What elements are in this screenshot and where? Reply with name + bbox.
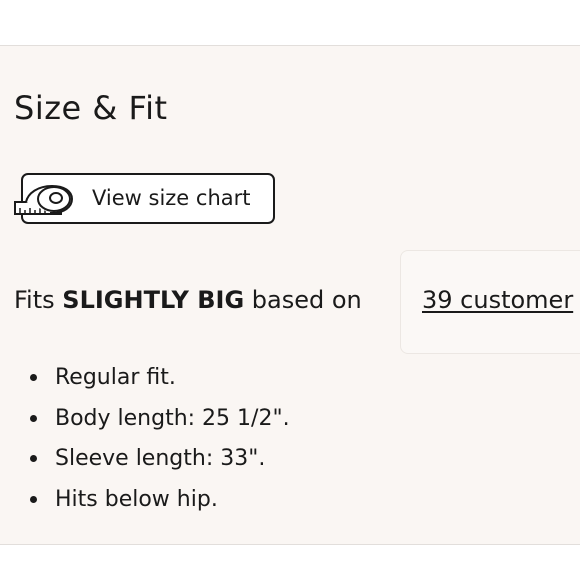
list-item: Sleeve length: 33". <box>30 439 290 480</box>
list-item: Regular fit. <box>30 358 290 399</box>
fit-summary: Fits SLIGHTLY BIG based on <box>14 284 362 316</box>
fit-value: SLIGHTLY BIG <box>62 286 245 314</box>
measuring-tape-icon <box>14 184 74 215</box>
list-item-text: Hits below hip. <box>55 486 218 512</box>
section-title: Size & Fit <box>14 89 168 127</box>
list-item-text: Body length: 25 1/2". <box>55 405 290 431</box>
bullet-dot <box>30 414 37 422</box>
bullet-dot <box>30 374 37 381</box>
customer-reviews-link[interactable]: 39 customer <box>422 284 573 316</box>
bottom-divider-area <box>0 544 580 580</box>
fit-prefix: Fits <box>14 286 55 314</box>
list-item: Body length: 25 1/2". <box>30 399 290 440</box>
top-divider-area <box>0 0 580 46</box>
list-item-text: Regular fit. <box>55 365 176 390</box>
list-item-text: Sleeve length: 33". <box>55 446 266 471</box>
bullet-dot <box>30 455 37 462</box>
list-item: Hits below hip. <box>30 480 290 521</box>
product-page: Size & Fit View size chart Fits SLIGHTLY… <box>0 0 580 580</box>
fit-suffix: based on <box>251 286 362 314</box>
fit-details-list: Regular fit. Body length: 25 1/2". Sleev… <box>30 358 290 520</box>
bullet-dot <box>30 495 37 503</box>
view-size-chart-label: View size chart <box>92 186 251 210</box>
